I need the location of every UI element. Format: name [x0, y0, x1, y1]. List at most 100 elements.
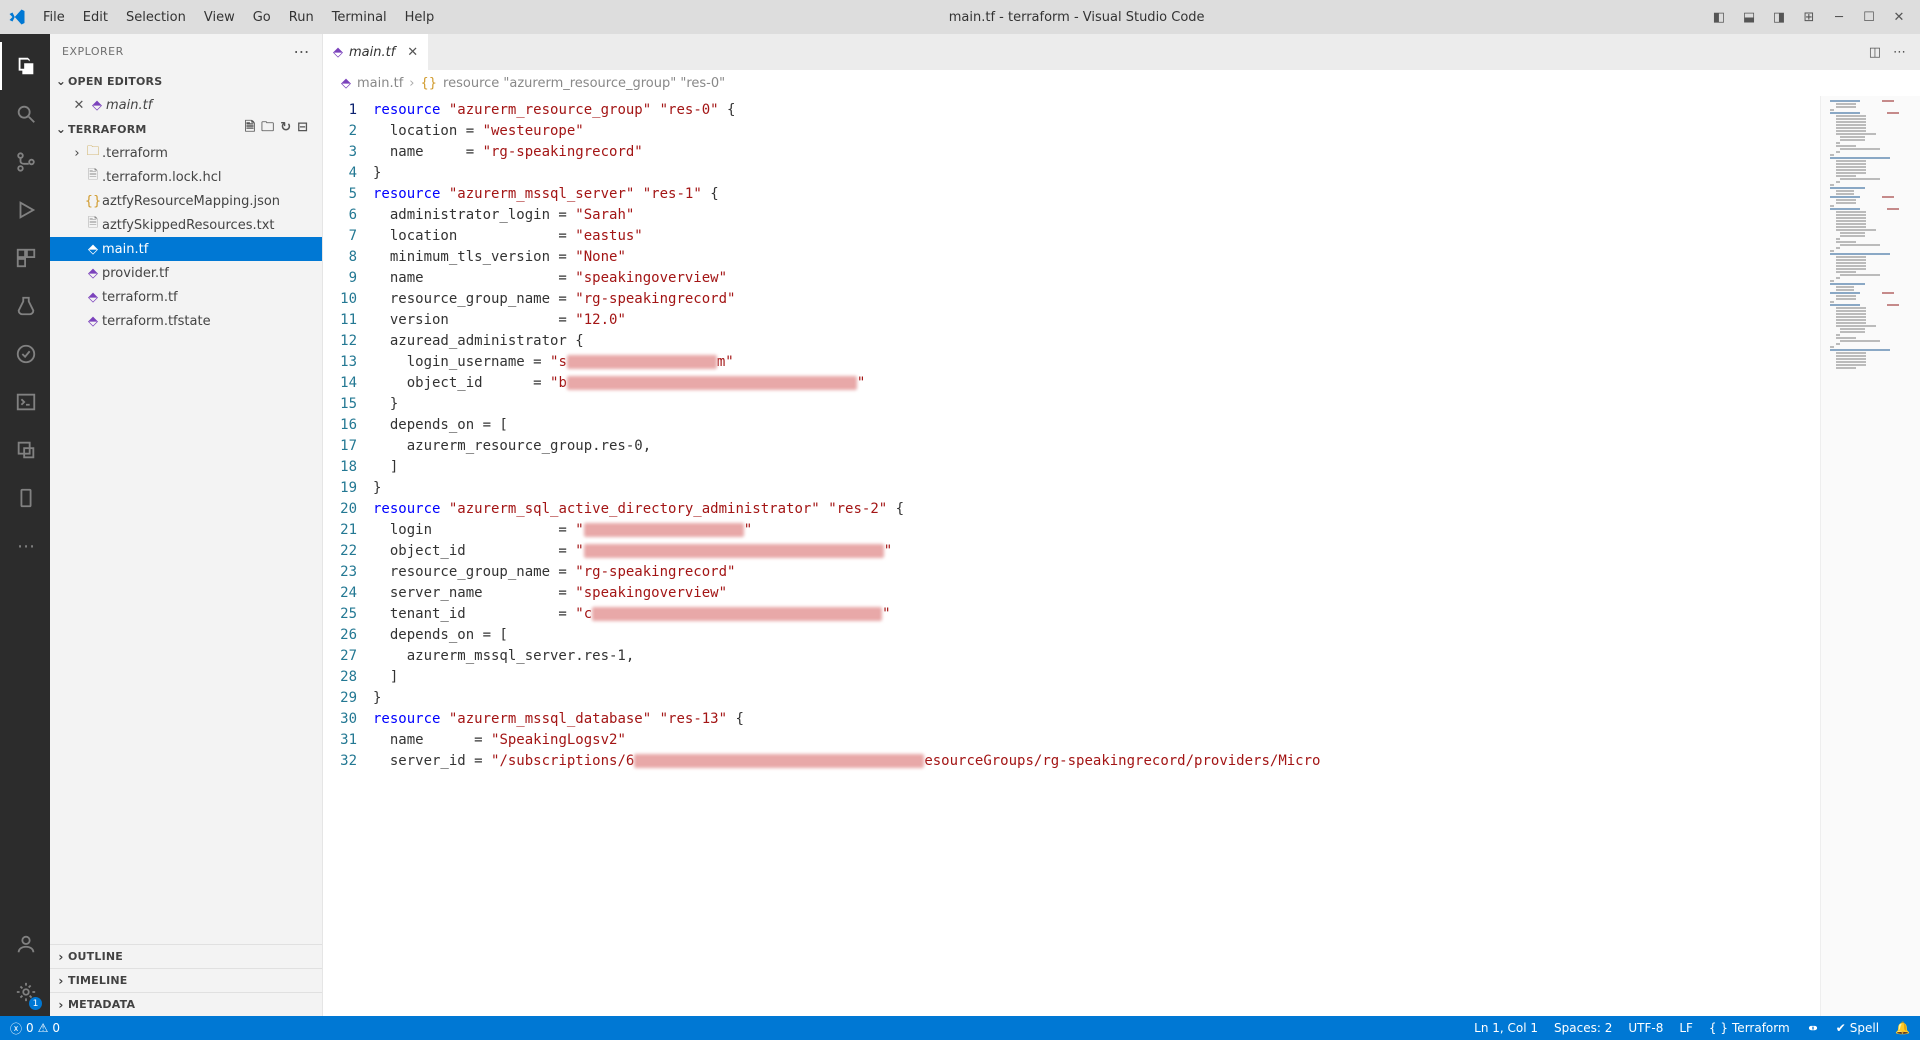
tab-close-icon[interactable]: ✕ [407, 45, 418, 60]
txt-icon: 🗎 [84, 214, 102, 236]
terraform-icon: ⬘ [88, 98, 106, 113]
maximize-icon[interactable]: ☐ [1860, 10, 1878, 25]
file-row[interactable]: ⬘ terraform.tfstate [50, 309, 322, 333]
menu-file[interactable]: File [34, 10, 74, 25]
status-language[interactable]: { } Terraform [1709, 1021, 1790, 1035]
section-metadata[interactable]: › METADATA [50, 992, 322, 1016]
code-content[interactable]: resource "azurerm_resource_group" "res-0… [373, 96, 1820, 1016]
activity-window-icon[interactable] [0, 426, 50, 474]
close-editor-icon[interactable]: ✕ [70, 98, 88, 113]
vscode-icon [0, 8, 34, 26]
file-label: terraform.tf [102, 290, 178, 305]
file-label: main.tf [102, 242, 148, 257]
menu-view[interactable]: View [195, 10, 244, 25]
section-label: TIMELINE [68, 974, 322, 987]
status-cursor[interactable]: Ln 1, Col 1 [1474, 1021, 1538, 1035]
folder-icon: 🗀 [84, 142, 102, 164]
activity-bar: ⋯ [0, 34, 50, 1016]
chevron-right-icon: › [409, 76, 414, 91]
editor: ⬘ main.tf ✕ ◫ ⋯ ⬘ main.tf › {} resource … [323, 34, 1920, 1016]
file-row[interactable]: {} aztfyResourceMapping.json [50, 189, 322, 213]
warning-icon: ⚠ [38, 1021, 49, 1035]
terraform-icon: ⬘ [84, 314, 102, 329]
close-icon[interactable]: ✕ [1890, 10, 1908, 25]
editor-more-icon[interactable]: ⋯ [1893, 45, 1906, 60]
chevron-right-icon: › [70, 146, 84, 161]
file-label: provider.tf [102, 266, 169, 281]
customize-layout-icon[interactable]: ⊞ [1800, 10, 1818, 25]
activity-settings-icon[interactable] [0, 968, 50, 1016]
activity-source-control-icon[interactable] [0, 138, 50, 186]
menu-edit[interactable]: Edit [74, 10, 117, 25]
explorer-sidebar: EXPLORER ⋯ ⌄ OPEN EDITORS ✕ ⬘ main.tf ⌄ … [50, 34, 323, 1016]
file-label: .terraform.lock.hcl [102, 170, 221, 185]
status-encoding[interactable]: UTF-8 [1628, 1021, 1663, 1035]
section-open-editors[interactable]: ⌄ OPEN EDITORS [50, 69, 322, 93]
activity-extensions-icon[interactable] [0, 234, 50, 282]
status-problems[interactable]: ⓧ0 ⚠0 [10, 1020, 60, 1037]
layout-toggle-secondary-icon[interactable]: ◨ [1770, 10, 1788, 25]
activity-testing-icon[interactable] [0, 282, 50, 330]
status-copilot-icon[interactable] [1806, 1021, 1820, 1035]
collapse-all-icon[interactable]: ⊟ [297, 120, 314, 135]
window-title: main.tf - terraform - Visual Studio Code [443, 10, 1710, 25]
open-editor-label: main.tf [106, 98, 152, 113]
symbol-icon: {} [421, 76, 438, 91]
terraform-icon: ⬘ [84, 266, 102, 281]
menu-selection[interactable]: Selection [117, 10, 195, 25]
split-editor-icon[interactable]: ◫ [1869, 45, 1881, 60]
activity-search-icon[interactable] [0, 90, 50, 138]
folder-row[interactable]: › 🗀 .terraform [50, 141, 322, 165]
activity-account-icon[interactable] [0, 920, 50, 968]
menu-go[interactable]: Go [244, 10, 280, 25]
chevron-right-icon: › [54, 998, 68, 1012]
layout-toggle-panel-icon[interactable]: ⬓ [1740, 10, 1758, 25]
activity-run-debug-icon[interactable] [0, 186, 50, 234]
chevron-right-icon: › [54, 950, 68, 964]
new-folder-icon[interactable]: 🗀 [261, 120, 280, 135]
file-row[interactable]: ⬘ provider.tf [50, 261, 322, 285]
new-file-icon[interactable]: 🗎 [245, 120, 261, 135]
menu-run[interactable]: Run [280, 10, 323, 25]
refresh-icon[interactable]: ↻ [280, 120, 297, 135]
terraform-icon: ⬘ [341, 76, 351, 91]
chevron-down-icon: ⌄ [54, 122, 68, 136]
sidebar-more-icon[interactable]: ⋯ [294, 42, 311, 61]
activity-more-icon[interactable]: ⋯ [0, 522, 50, 570]
activity-terminal-icon[interactable] [0, 378, 50, 426]
section-label: OPEN EDITORS [68, 75, 322, 88]
file-row[interactable]: 🗎 .terraform.lock.hcl [50, 165, 322, 189]
file-label: terraform.tfstate [102, 314, 211, 329]
status-indent[interactable]: Spaces: 2 [1554, 1021, 1612, 1035]
tab-main-tf[interactable]: ⬘ main.tf ✕ [323, 34, 429, 70]
file-label: aztfySkippedResources.txt [102, 218, 275, 233]
status-spell[interactable]: ✔ Spell [1836, 1021, 1879, 1035]
section-project[interactable]: ⌄ TERRAFORM 🗎🗀↻⊟ [50, 117, 322, 141]
status-eol[interactable]: LF [1679, 1021, 1693, 1035]
breadcrumb[interactable]: ⬘ main.tf › {} resource "azurerm_resourc… [323, 70, 1920, 96]
file-row[interactable]: ⬘ terraform.tf [50, 285, 322, 309]
open-editor-item[interactable]: ✕ ⬘ main.tf [50, 93, 322, 117]
minimap[interactable] [1820, 96, 1920, 1016]
breadcrumb-file[interactable]: main.tf [357, 76, 403, 91]
chevron-right-icon: › [54, 974, 68, 988]
file-row[interactable]: 🗎 aztfySkippedResources.txt [50, 213, 322, 237]
status-notifications-icon[interactable]: 🔔 [1895, 1021, 1910, 1035]
terraform-icon: ⬘ [84, 290, 102, 305]
activity-device-icon[interactable] [0, 474, 50, 522]
titlebar-right: ◧ ⬓ ◨ ⊞ ─ ☐ ✕ [1710, 10, 1920, 25]
section-outline[interactable]: › OUTLINE [50, 944, 322, 968]
breadcrumb-symbol[interactable]: resource "azurerm_resource_group" "res-0… [443, 76, 725, 91]
chevron-down-icon: ⌄ [54, 74, 68, 88]
section-timeline[interactable]: › TIMELINE [50, 968, 322, 992]
menu-help[interactable]: Help [396, 10, 444, 25]
file-row-main[interactable]: ⬘ main.tf [50, 237, 322, 261]
section-label: OUTLINE [68, 950, 322, 963]
activity-todo-icon[interactable] [0, 330, 50, 378]
menu-terminal[interactable]: Terminal [323, 10, 396, 25]
activity-explorer-icon[interactable] [0, 42, 50, 90]
json-icon: {} [84, 194, 102, 209]
minimize-icon[interactable]: ─ [1830, 10, 1848, 25]
layout-toggle-primary-icon[interactable]: ◧ [1710, 10, 1728, 25]
file-icon: 🗎 [84, 166, 102, 188]
